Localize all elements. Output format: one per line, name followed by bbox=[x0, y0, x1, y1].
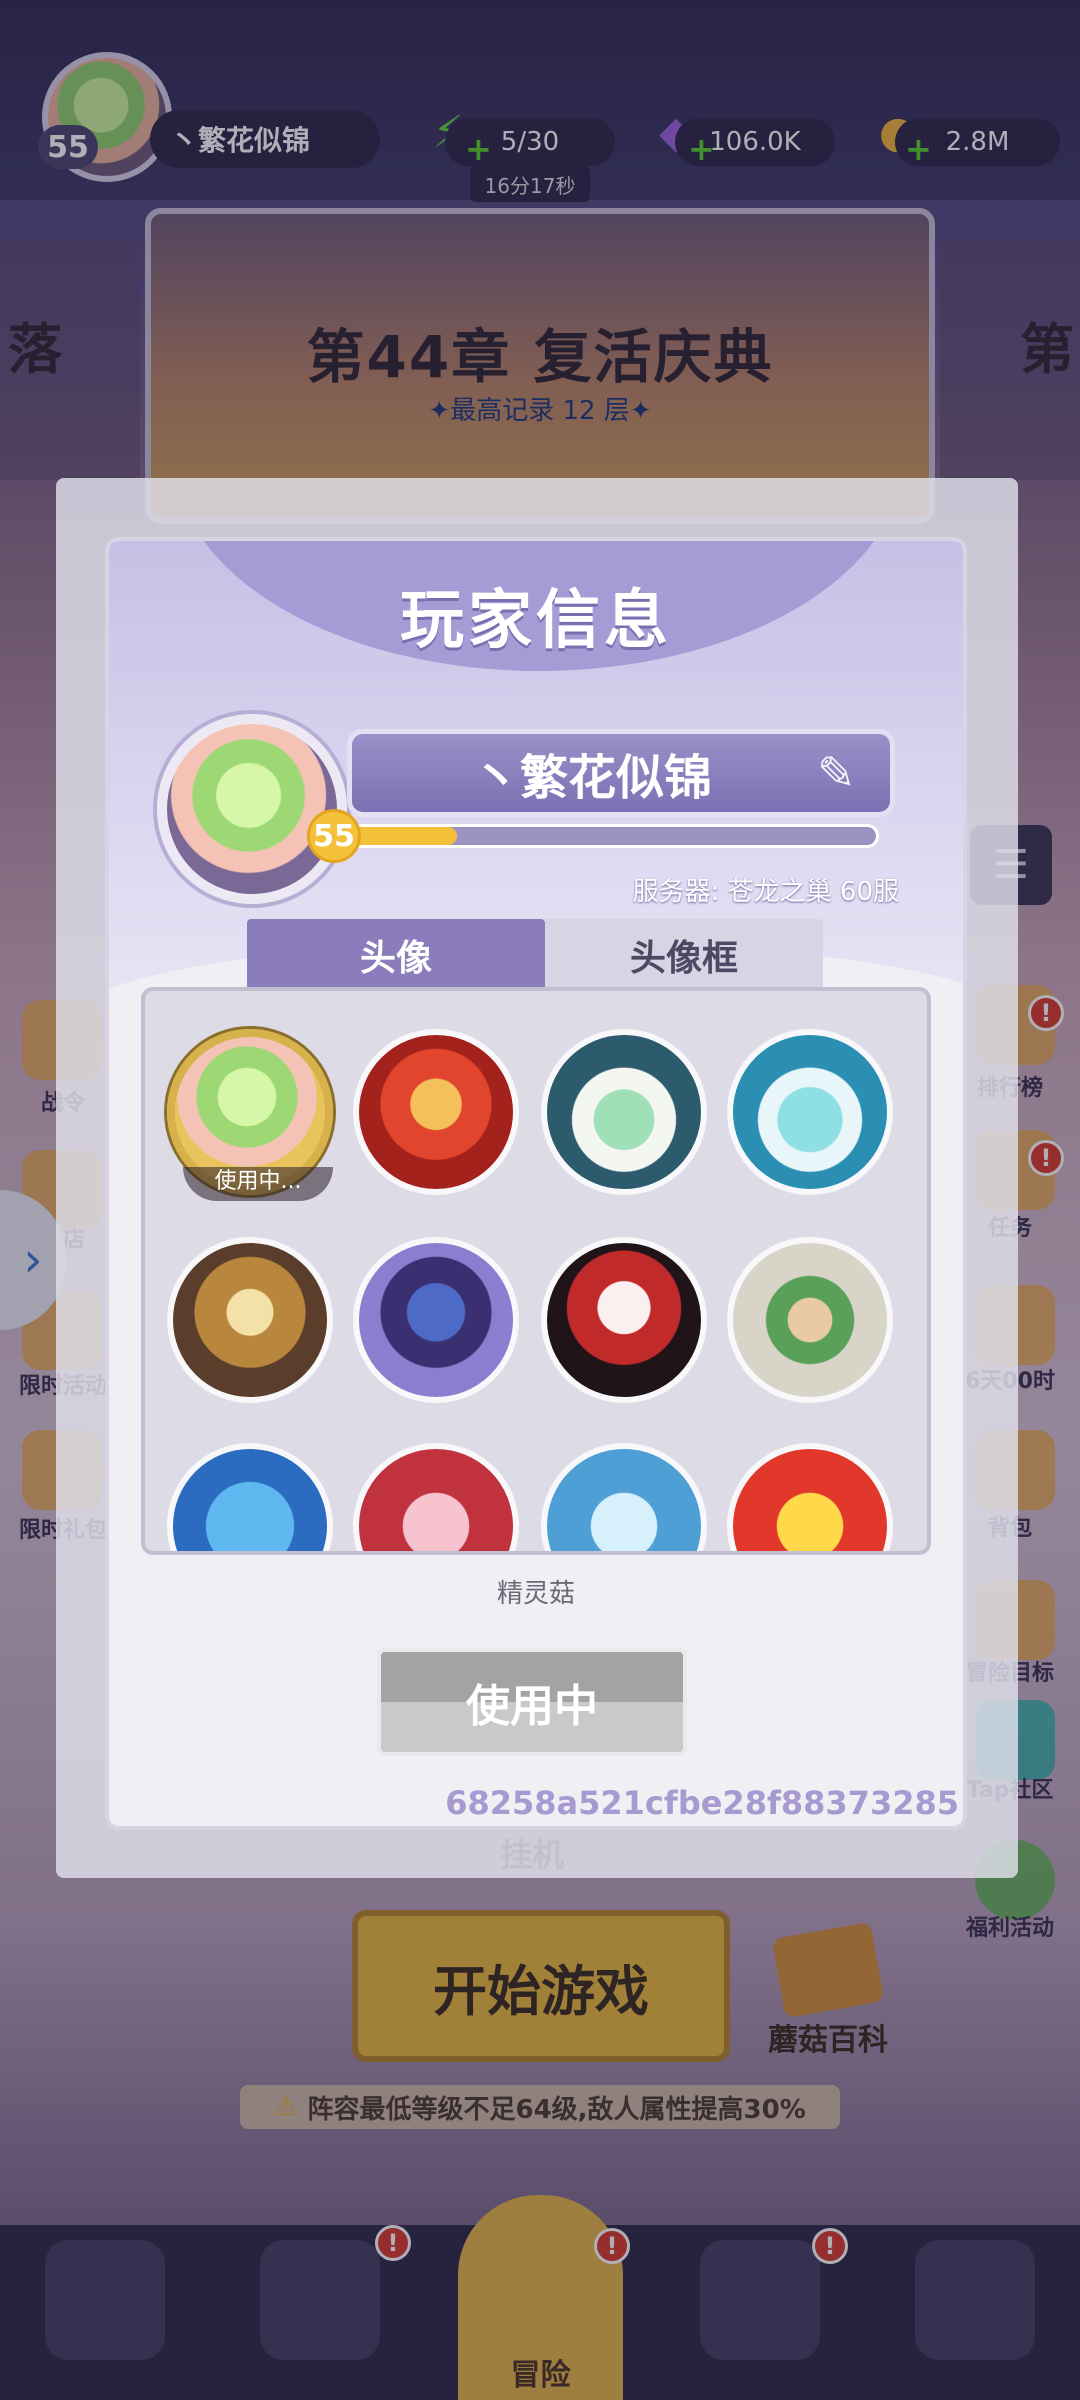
avatar-option[interactable] bbox=[167, 1237, 333, 1403]
xp-progress-bar bbox=[349, 824, 879, 848]
profile-name: 丶繁花似锦 bbox=[472, 750, 713, 806]
avatar-option[interactable] bbox=[353, 1237, 519, 1403]
player-id: 68258a521cfbe28f88373285 bbox=[445, 1784, 959, 1822]
avatar-option[interactable] bbox=[541, 1237, 707, 1403]
avatar-option[interactable] bbox=[541, 1443, 707, 1551]
tab-avatar[interactable]: 头像 bbox=[247, 919, 545, 991]
avatar-option[interactable]: 使用中... bbox=[167, 1029, 333, 1201]
in-use-tag: 使用中... bbox=[183, 1167, 333, 1201]
avatar-option[interactable] bbox=[727, 1443, 893, 1551]
xp-progress-fill bbox=[352, 827, 457, 845]
avatar-grid[interactable]: 使用中... bbox=[141, 987, 931, 1555]
tab-avatar-frame[interactable]: 头像框 bbox=[545, 919, 823, 991]
player-info-dialog: 玩家信息 丶繁花似锦 ✎ 55 服务器: 苍龙之巢 60服 头像 头像框 使用中… bbox=[105, 537, 967, 1830]
profile-name-bar: 丶繁花似锦 bbox=[347, 729, 895, 817]
avatar-option[interactable] bbox=[727, 1029, 893, 1195]
server-info: 服务器: 苍龙之巢 60服 bbox=[632, 877, 899, 907]
selected-item-name: 精灵菇 bbox=[496, 1579, 575, 1609]
dialog-title: 玩家信息 bbox=[400, 584, 672, 658]
avatar-option[interactable] bbox=[353, 1443, 519, 1551]
avatar-option[interactable] bbox=[167, 1443, 333, 1551]
avatar-option[interactable] bbox=[727, 1237, 893, 1403]
edit-name-quill-icon[interactable]: ✎ bbox=[817, 746, 856, 800]
avatar-option[interactable] bbox=[541, 1029, 707, 1195]
profile-avatar bbox=[157, 714, 347, 904]
in-use-button[interactable]: 使用中 bbox=[377, 1648, 687, 1756]
avatar-option[interactable] bbox=[353, 1029, 519, 1195]
profile-level-badge: 55 bbox=[307, 809, 361, 863]
